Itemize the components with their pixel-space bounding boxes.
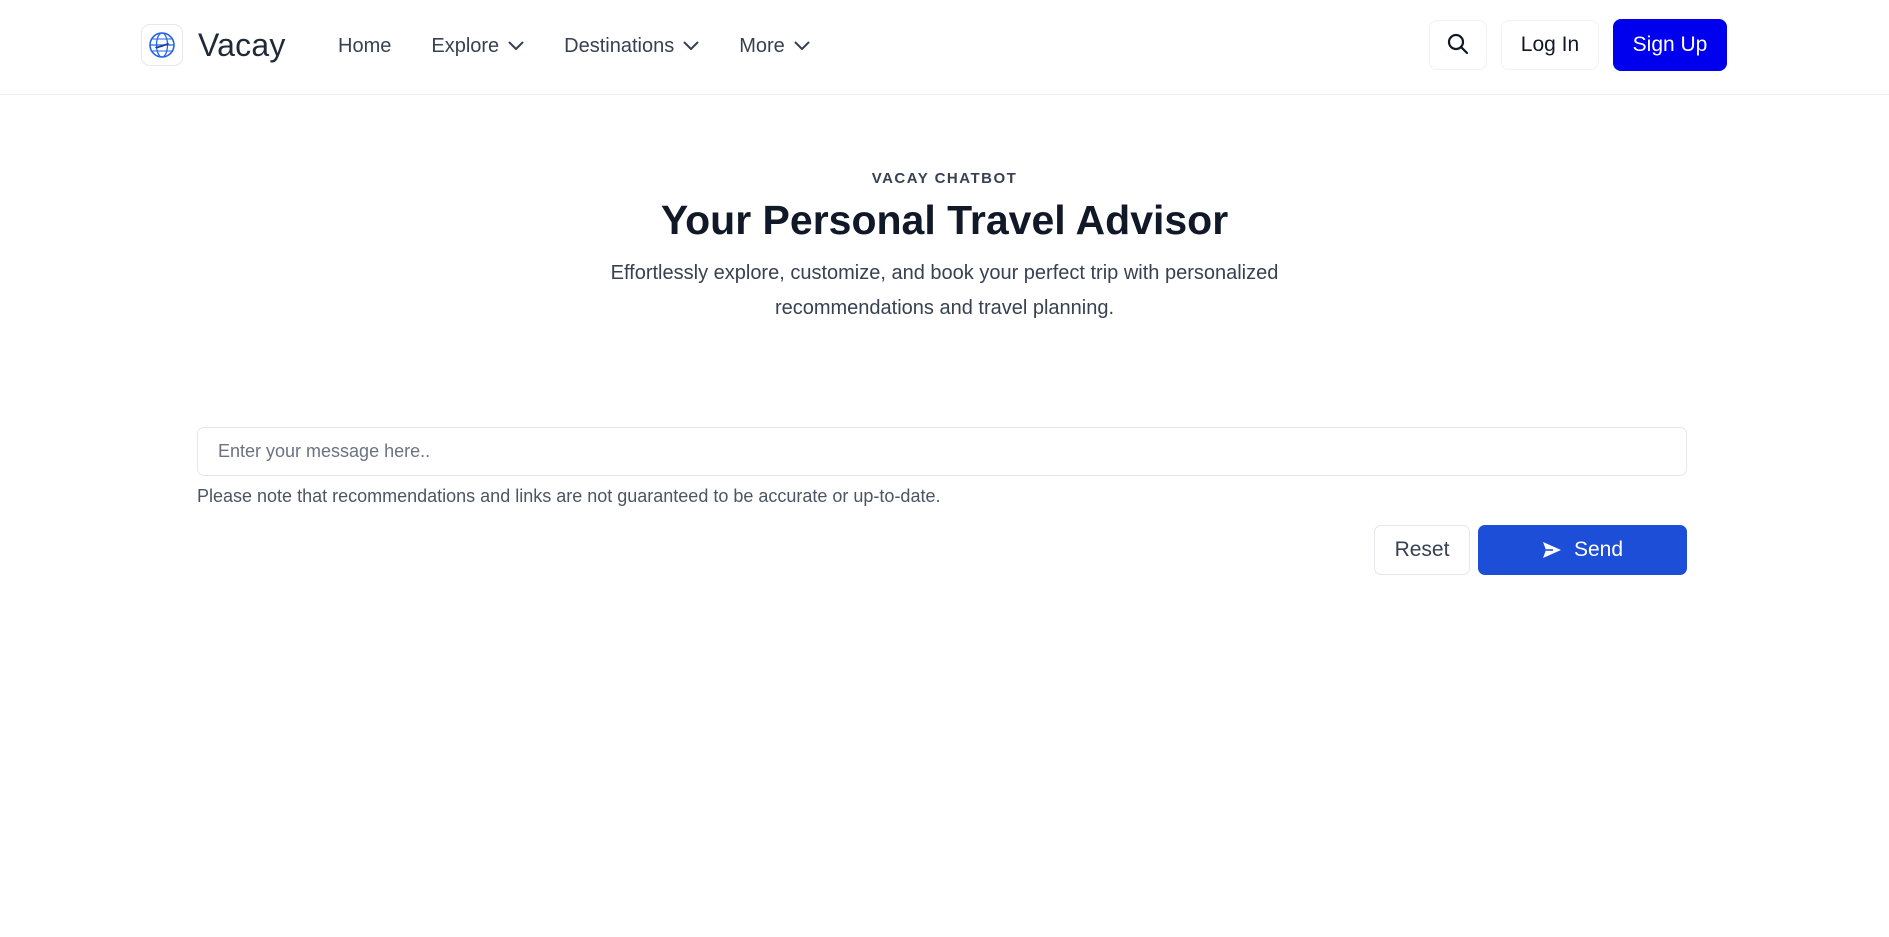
hero-subtitle: Effortlessly explore, customize, and boo…: [610, 262, 1279, 319]
reset-button[interactable]: Reset: [1374, 525, 1470, 575]
search-button[interactable]: [1429, 20, 1487, 70]
nav-explore[interactable]: Explore: [431, 35, 524, 58]
send-button[interactable]: Send: [1478, 525, 1687, 575]
login-button[interactable]: Log In: [1501, 20, 1599, 70]
nav-more-label: More: [739, 34, 785, 57]
disclaimer-text: Please note that recommendations and lin…: [197, 486, 941, 506]
search-icon: [1446, 32, 1470, 59]
nav-home-label: Home: [338, 34, 392, 57]
header-actions: Log In Sign Up: [1429, 19, 1727, 71]
page-title: Your Personal Travel Advisor: [660, 197, 1229, 243]
nav-destinations[interactable]: Destinations: [564, 35, 699, 58]
paper-plane-icon: [1542, 541, 1562, 559]
hero-section: VACAY CHATBOT Your Personal Travel Advis…: [0, 170, 1889, 326]
chevron-down-icon: [683, 41, 699, 51]
send-button-label: Send: [1573, 538, 1624, 561]
signup-button[interactable]: Sign Up: [1613, 19, 1727, 71]
main-nav: Home Explore Destinations More: [338, 28, 850, 64]
chat-message-input[interactable]: [197, 427, 1687, 476]
top-navbar: Vacay Home Explore Destinations More Log…: [0, 0, 1889, 95]
hero-eyebrow: VACAY CHATBOT: [871, 170, 1018, 187]
brand-name: Vacay: [198, 26, 286, 63]
globe-icon: [141, 24, 183, 66]
brand-link[interactable]: Vacay: [141, 24, 286, 66]
chevron-down-icon: [508, 41, 524, 51]
nav-home[interactable]: Home: [338, 35, 391, 58]
nav-more[interactable]: More: [739, 35, 810, 58]
chevron-down-icon: [794, 41, 810, 51]
nav-destinations-label: Destinations: [564, 34, 675, 57]
nav-explore-label: Explore: [431, 34, 500, 57]
